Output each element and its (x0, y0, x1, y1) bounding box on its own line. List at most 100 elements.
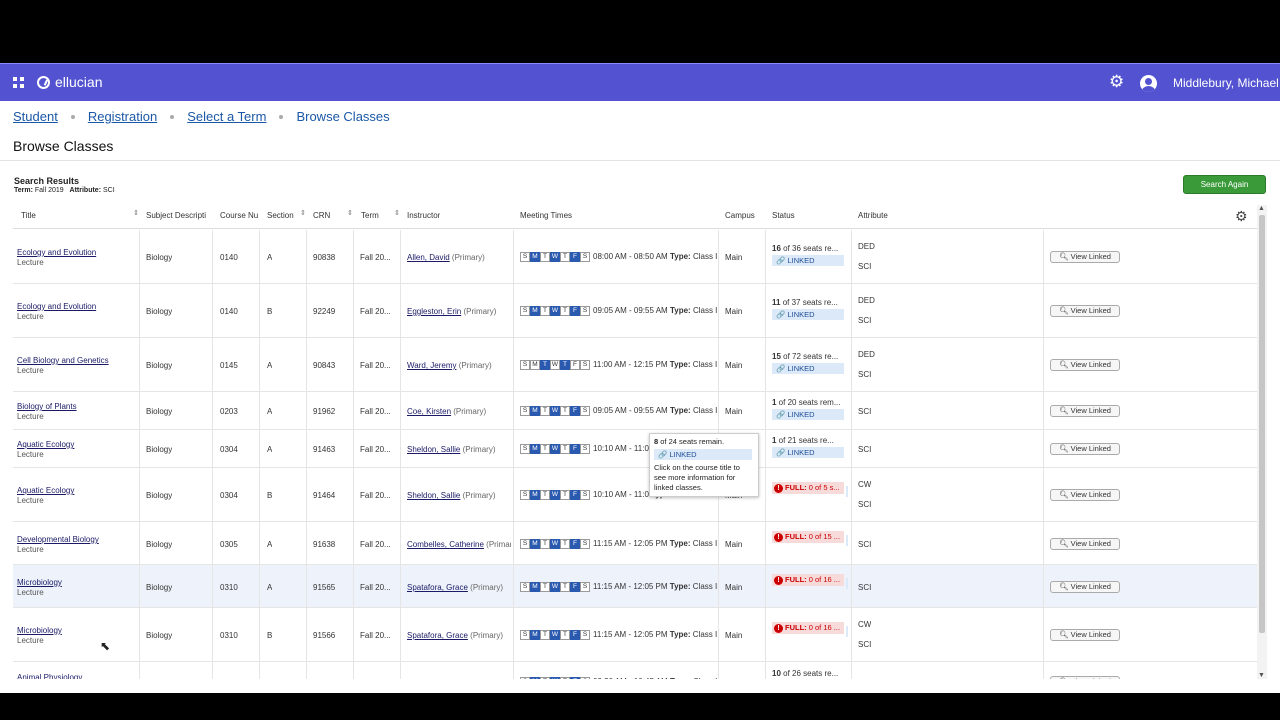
scroll-up-icon[interactable]: ▲ (1258, 205, 1265, 212)
course-title-link[interactable]: Developmental Biology (17, 535, 137, 544)
col-campus[interactable]: Campus (725, 211, 755, 220)
sort-icon[interactable]: ⇕ (300, 209, 306, 217)
view-linked-button[interactable]: 🔍︎ View Linked (1050, 581, 1120, 593)
table-row[interactable]: Ecology and Evolution Lecture Biology 01… (13, 230, 1258, 284)
view-linked-button[interactable]: 🔍︎ View Linked (1050, 359, 1120, 371)
col-attribute[interactable]: Attribute (858, 211, 888, 220)
status-cell[interactable]: !FULL: 0 of 15 ... 🔗 LINKED (772, 531, 848, 546)
table-row[interactable]: Cell Biology and Genetics Lecture Biolog… (13, 338, 1258, 392)
table-row[interactable]: Animal Physiology Biology 0370 A 92251 F… (13, 662, 1258, 679)
instructor-link[interactable]: Sheldon, Sallie (407, 491, 460, 500)
instructor-link[interactable]: Spatafora, Grace (407, 583, 468, 592)
status-cell[interactable]: 10 of 26 seats re... 🔗 LINKED (772, 669, 848, 679)
app-grid-icon[interactable] (13, 77, 24, 88)
course-title-link[interactable]: Aquatic Ecology (17, 440, 137, 449)
course-title-link[interactable]: Animal Physiology (17, 673, 137, 679)
table-row[interactable]: Biology of Plants Lecture Biology 0203 A… (13, 392, 1258, 430)
course-title-link[interactable]: Cell Biology and Genetics (17, 356, 137, 365)
status-tooltip: 8 of 24 seats remain. 🔗 LINKED Click on … (649, 433, 759, 497)
breadcrumb-separator (70, 114, 75, 119)
course-title-link[interactable]: Aquatic Ecology (17, 486, 137, 495)
col-crn[interactable]: CRN (313, 211, 330, 220)
search-again-button[interactable]: Search Again (1183, 175, 1266, 194)
breadcrumb-student[interactable]: Student (13, 109, 58, 124)
status-cell[interactable]: 11 of 37 seats re... 🔗 LINKED (772, 298, 848, 320)
meeting-times-cell[interactable]: S M T W T F S 11:15 AM - 12:05 PM Type: Class I (520, 539, 717, 549)
user-name[interactable]: Middlebury, Michael (1173, 76, 1279, 90)
ellucian-logo[interactable]: ellucian (37, 74, 102, 90)
table-scrollbar[interactable]: ▲ ▼ (1257, 205, 1267, 679)
view-linked-button[interactable]: 🔍︎ View Linked (1050, 538, 1120, 550)
status-cell[interactable]: 16 of 36 seats re... 🔗 LINKED (772, 244, 848, 266)
table-row[interactable]: Aquatic Ecology Lecture Biology 0304 B 9… (13, 468, 1258, 522)
col-meeting-times[interactable]: Meeting Times (520, 211, 572, 220)
meeting-times-cell[interactable]: S M T W T F S 11:15 AM - 12:05 PM Type: Class I (520, 630, 717, 640)
col-section[interactable]: Section (267, 211, 294, 220)
meeting-times-cell[interactable]: S M T W T F S 08:00 AM - 08:50 AM Type: Class I (520, 252, 717, 262)
scrollbar-thumb[interactable] (1259, 215, 1265, 633)
attribute-cell: CW SCI (858, 480, 871, 520)
scroll-down-icon[interactable]: ▼ (1258, 672, 1265, 679)
sort-icon[interactable]: ⇕ (394, 209, 400, 217)
meeting-times-cell[interactable]: SMTWTFS09:30 AM - 10:45 AM Type: Class I (520, 677, 717, 679)
page-title: Browse Classes (13, 138, 114, 154)
term-cell: Fall 20... (360, 307, 391, 316)
breadcrumb-select-term[interactable]: Select a Term (187, 109, 266, 124)
instructor-link[interactable]: Coe, Kirsten (407, 407, 451, 416)
view-linked-button[interactable]: 🔍︎ View Linked (1050, 251, 1120, 263)
course-title-link[interactable]: Ecology and Evolution (17, 302, 137, 311)
status-cell[interactable]: 1 of 21 seats re... 🔗 LINKED (772, 436, 848, 458)
course-title-link[interactable]: Microbiology (17, 626, 137, 635)
instructor-link[interactable]: Ward, Jeremy (407, 361, 457, 370)
meeting-times-cell[interactable]: S M T W T F S 09:05 AM - 09:55 AM Type: Class I (520, 406, 717, 416)
status-cell[interactable]: !FULL: 0 of 16 ... 🔗 LINKED (772, 622, 848, 637)
course-title-link[interactable]: Biology of Plants (17, 402, 137, 411)
view-linked-button[interactable]: 🔍︎ View Linked (1050, 676, 1120, 679)
sort-icon[interactable]: ⇕ (347, 209, 353, 217)
status-cell[interactable]: !FULL: 0 of 16 ... 🔗 LINKED (772, 574, 848, 589)
instructor-link[interactable]: Spritzer, Mark (407, 678, 456, 679)
view-linked-button[interactable]: 🔍︎ View Linked (1050, 405, 1120, 417)
meeting-times-cell[interactable]: S M T W T F S 11:00 AM - 12:15 PM Type: Class I (520, 360, 717, 370)
crn-cell: 91565 (313, 583, 336, 592)
instructor-link[interactable]: Spatafora, Grace (407, 631, 468, 640)
table-row[interactable]: Developmental Biology Lecture Biology 03… (13, 522, 1258, 565)
col-instructor[interactable]: Instructor (407, 211, 440, 220)
view-linked-button[interactable]: 🔍︎ View Linked (1050, 305, 1120, 317)
instructor-link[interactable]: Sheldon, Sallie (407, 445, 460, 454)
sort-icon[interactable]: ⇕ (133, 209, 139, 217)
instructor-link[interactable]: Allen, David (407, 253, 450, 262)
view-linked-button[interactable]: 🔍︎ View Linked (1050, 443, 1120, 455)
breadcrumb-registration[interactable]: Registration (88, 109, 157, 124)
instructor-link[interactable]: Eggleston, Erin (407, 307, 461, 316)
column-divider (212, 230, 213, 283)
course-title-link[interactable]: Ecology and Evolution (17, 248, 137, 257)
meeting-times-cell[interactable]: S M T W T F S 09:05 AM - 09:55 AM Type: Class I (520, 306, 717, 316)
user-avatar-icon[interactable] (1140, 75, 1157, 92)
col-term[interactable]: Term (361, 211, 379, 220)
view-linked-label: View Linked (1070, 630, 1111, 639)
status-cell[interactable]: 1 of 20 seats rem... 🔗 LINKED (772, 398, 848, 420)
instructor-role: (Primary) (451, 253, 485, 262)
course-title-link[interactable]: Microbiology (17, 578, 137, 587)
term-cell: Fall 20... (360, 445, 391, 454)
table-row[interactable]: Microbiology Lecture Biology 0310 B 9156… (13, 608, 1258, 662)
view-linked-button[interactable]: 🔍︎ View Linked (1050, 489, 1120, 501)
table-row[interactable]: Microbiology Lecture Biology 0310 A 9156… (13, 565, 1258, 608)
column-settings-gear-icon[interactable]: ⚙ (1235, 208, 1248, 225)
meeting-times-cell[interactable]: S M T W T F S 11:15 AM - 12:05 PM Type: Class I (520, 582, 717, 592)
table-row[interactable]: Ecology and Evolution Lecture Biology 01… (13, 284, 1258, 338)
col-course-number[interactable]: Course Nu (220, 211, 263, 220)
meeting-days: SMTWTFS (520, 252, 590, 262)
instructor-link[interactable]: Combelles, Catherine (407, 540, 484, 549)
settings-gear-icon[interactable]: ⚙ (1109, 73, 1126, 90)
view-linked-button[interactable]: 🔍︎ View Linked (1050, 629, 1120, 641)
col-subject[interactable]: Subject Descripti (146, 211, 216, 220)
status-cell[interactable]: 15 of 72 seats re... 🔗 LINKED (772, 352, 848, 374)
col-title[interactable]: Title (21, 211, 36, 220)
attribute-value: SCI (858, 540, 872, 549)
table-row[interactable]: Aquatic Ecology Lecture Biology 0304 A 9… (13, 430, 1258, 468)
status-cell[interactable]: !FULL: 0 of 5 s... 🔗 LINKED (772, 482, 848, 497)
col-status[interactable]: Status (772, 211, 795, 220)
column-divider (139, 468, 140, 521)
